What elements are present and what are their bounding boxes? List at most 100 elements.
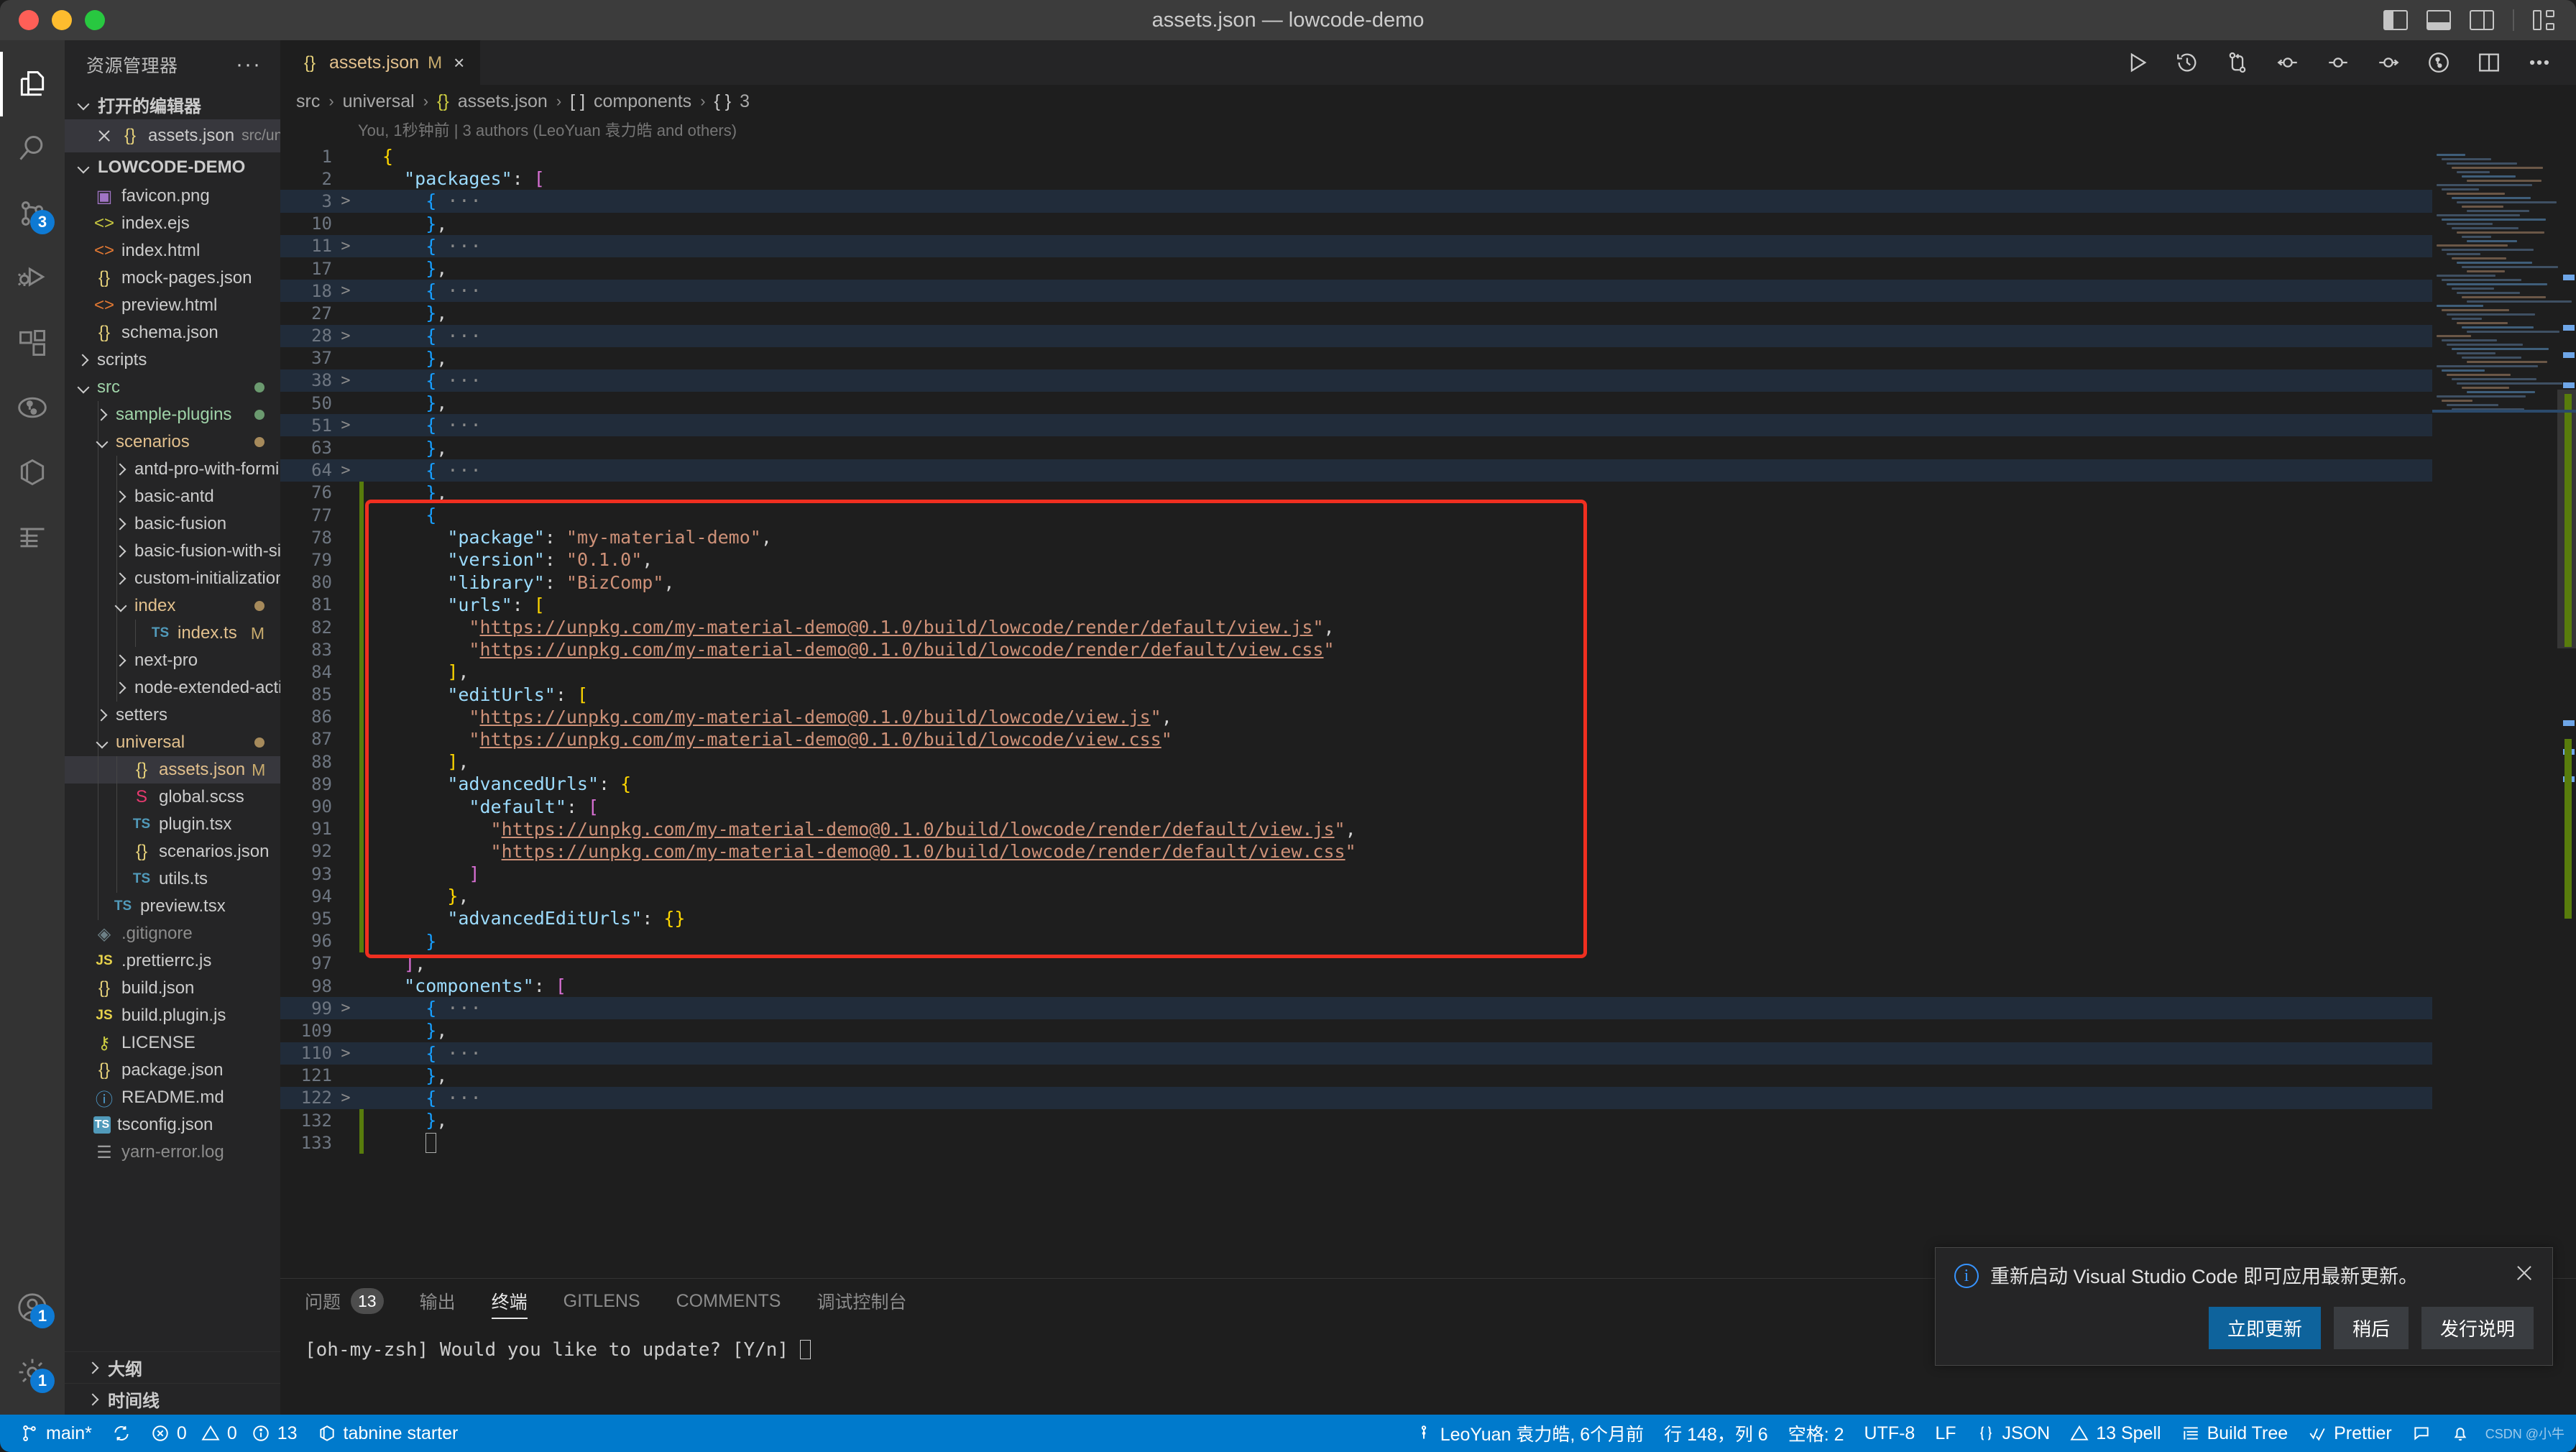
code-line[interactable]: 51 > { ··· — [280, 414, 2432, 437]
code-line[interactable]: 38 > { ··· — [280, 369, 2432, 392]
code-line[interactable]: 87 "https://unpkg.com/my-material-demo@0… — [280, 727, 2432, 751]
status-item--2[interactable]: 空格: 2 — [1778, 1415, 1854, 1452]
tree-folder[interactable]: antd-pro-with-formily — [65, 456, 280, 483]
code-line[interactable]: 11 > { ··· — [280, 234, 2432, 257]
code-line[interactable]: 133 — [280, 1131, 2432, 1154]
tree-file[interactable]: ▣ favicon.png — [65, 183, 280, 210]
status-branch[interactable]: main* — [10, 1415, 102, 1452]
minimap[interactable] — [2432, 145, 2576, 1278]
code-line[interactable]: 96 } — [280, 929, 2432, 952]
gitlens-blame-icon[interactable] — [2426, 50, 2451, 75]
editor-scrollbar[interactable] — [2557, 145, 2576, 1278]
code-line[interactable]: 17 }, — [280, 257, 2432, 280]
more-actions-icon[interactable] — [2527, 50, 2552, 75]
split-editor-icon[interactable] — [2477, 50, 2501, 75]
tree-file[interactable]: <> index.ejs — [65, 210, 280, 237]
file-tree[interactable]: ▣ favicon.png <> index.ejs <> index.html {} moc… — [65, 183, 280, 1351]
notification-actions[interactable]: 立即更新 稍后 发行说明 — [1954, 1307, 2534, 1349]
panel-bottom-icon[interactable] — [2426, 10, 2451, 30]
tree-file[interactable]: TS plugin.tsx — [65, 811, 280, 838]
status-tabnine[interactable]: tabnine starter — [308, 1415, 469, 1452]
fold-toggle-icon[interactable]: > — [332, 327, 359, 345]
breadcrumb-item[interactable]: components — [594, 91, 691, 112]
code-line[interactable]: 86 "https://unpkg.com/my-material-demo@0… — [280, 705, 2432, 728]
sidebar-item-search[interactable] — [0, 116, 65, 181]
tree-folder[interactable]: scripts — [65, 346, 280, 374]
sidebar-item-tabnine[interactable] — [0, 440, 65, 505]
code-line[interactable]: 10 }, — [280, 213, 2432, 235]
tree-file[interactable]: {} build.json — [65, 975, 280, 1002]
status-item-utf-8[interactable]: UTF-8 — [1854, 1415, 1926, 1452]
tree-file[interactable]: JS build.plugin.js — [65, 1002, 280, 1029]
fold-toggle-icon[interactable]: > — [332, 372, 359, 390]
code-line[interactable]: 64 > { ··· — [280, 459, 2432, 482]
fold-toggle-icon[interactable]: > — [332, 416, 359, 434]
status-item-bell-icon[interactable] — [2441, 1415, 2480, 1452]
prev-change-icon[interactable] — [2276, 50, 2300, 75]
code-line[interactable]: 89 "advancedUrls": { — [280, 773, 2432, 796]
code-line[interactable]: 63 }, — [280, 436, 2432, 459]
sidebar-item-explorer[interactable] — [0, 52, 65, 116]
tree-file[interactable]: {} scenarios.json — [65, 838, 280, 865]
tree-folder[interactable]: scenarios — [65, 428, 280, 456]
window-controls[interactable] — [0, 10, 105, 30]
code-line[interactable]: 28 > { ··· — [280, 324, 2432, 347]
code-line[interactable]: 94 }, — [280, 885, 2432, 908]
breadcrumb-item[interactable]: 3 — [740, 91, 750, 112]
tree-file[interactable]: Sglobal.scss — [65, 784, 280, 811]
sidebar-item-extensions[interactable] — [0, 311, 65, 375]
code-line[interactable]: 88 ], — [280, 750, 2432, 773]
breadcrumb[interactable]: src › universal › {} assets.json › [ ] component… — [280, 85, 2576, 118]
sidebar-item-todo-tree[interactable] — [0, 505, 65, 569]
tree-folder[interactable]: setters — [65, 702, 280, 729]
tree-file[interactable]: TS index.ts M — [65, 620, 280, 647]
breadcrumb-item[interactable]: assets.json — [458, 91, 548, 112]
tree-file[interactable]: ☰ yarn-error.log — [65, 1139, 280, 1166]
panel-tab-输出[interactable]: 输出 — [420, 1279, 456, 1323]
fold-toggle-icon[interactable]: > — [332, 1044, 359, 1062]
code-line[interactable]: 84 ], — [280, 661, 2432, 684]
code-editor[interactable]: 1{2 "packages": [3 > { ··· 10 }, 11 > { ··· 1… — [280, 145, 2576, 1278]
close-icon[interactable] — [96, 128, 112, 144]
code-line[interactable]: 3 > { ··· — [280, 190, 2432, 213]
panel-right-icon[interactable] — [2470, 10, 2494, 30]
code-line[interactable]: 50 }, — [280, 392, 2432, 414]
code-line[interactable]: 85 "editUrls": [ — [280, 683, 2432, 706]
next-change-icon[interactable] — [2376, 50, 2401, 75]
close-window-button[interactable] — [19, 10, 39, 30]
status-item-leoyuan-6-[interactable]: LeoYuan 袁力皓, 6个月前 — [1404, 1415, 1654, 1452]
tree-folder[interactable]: custom-initialization — [65, 565, 280, 592]
code-line[interactable]: 79 "version": "0.1.0", — [280, 548, 2432, 571]
status-item-13-spell[interactable]: 13 Spell — [2060, 1415, 2171, 1452]
code-line[interactable]: 90 "default": [ — [280, 795, 2432, 818]
fold-toggle-icon[interactable]: > — [332, 1089, 359, 1107]
panel-tab-调试控制台[interactable]: 调试控制台 — [816, 1279, 906, 1323]
tree-file[interactable]: {} assets.json M — [65, 756, 280, 784]
tree-file[interactable]: TS tsconfig.json — [65, 1111, 280, 1139]
tab-close-icon[interactable]: × — [454, 52, 464, 74]
code-line[interactable]: 18 > { ··· — [280, 280, 2432, 303]
more-actions-icon[interactable]: ··· — [236, 52, 262, 77]
tree-folder[interactable]: src — [65, 374, 280, 401]
run-icon[interactable] — [2125, 50, 2149, 75]
status-item-lf[interactable]: LF — [1925, 1415, 1966, 1452]
tab-assets-json[interactable]: {} assets.json M × — [280, 40, 482, 85]
code-line[interactable]: 97 ], — [280, 952, 2432, 975]
code-line[interactable]: 99 > { ··· — [280, 997, 2432, 1020]
section-outline[interactable]: 大纲 — [65, 1351, 280, 1383]
section-open-editors[interactable]: 打开的编辑器 — [65, 89, 280, 119]
sidebar-item-run-and-debug[interactable] — [0, 246, 65, 311]
code-line[interactable]: 1{ — [280, 145, 2432, 167]
code-line[interactable]: 110 > { ··· — [280, 1042, 2432, 1065]
tree-file[interactable]: ⚷ LICENSE — [65, 1029, 280, 1057]
sidebar-item-gitlens[interactable] — [0, 375, 65, 440]
compare-icon[interactable] — [2225, 50, 2250, 75]
tree-file[interactable]: <> preview.html — [65, 292, 280, 319]
tree-file[interactable]: ⓘ README.md — [65, 1084, 280, 1111]
code-line[interactable]: 109 }, — [280, 1019, 2432, 1042]
code-line[interactable]: 82 "https://unpkg.com/my-material-demo@0… — [280, 615, 2432, 639]
status-bar-right[interactable]: LeoYuan 袁力皓, 6个月前行 148，列 6 空格: 2 UTF-8 LF JS… — [1404, 1415, 2485, 1452]
panel-tab-问题[interactable]: 问题 13 — [305, 1279, 384, 1323]
tree-folder[interactable]: sample-plugins — [65, 401, 280, 428]
accounts-button[interactable]: 1 — [0, 1275, 65, 1340]
